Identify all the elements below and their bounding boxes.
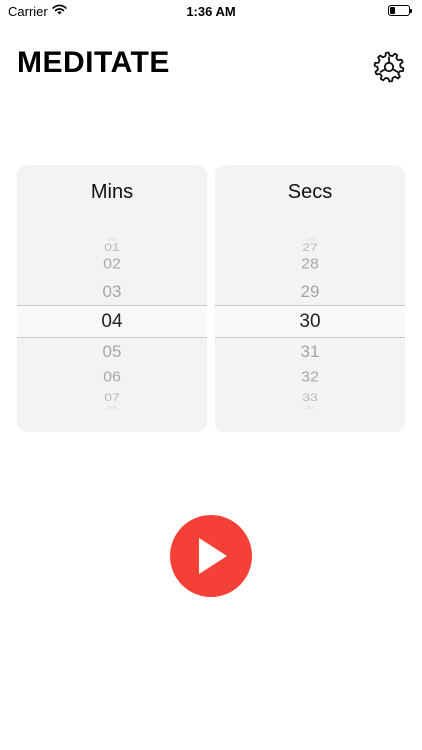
minutes-option[interactable]: 08 (17, 405, 207, 410)
play-icon (199, 538, 227, 574)
battery-icon (388, 5, 412, 16)
seconds-option[interactable]: 27 (215, 241, 405, 252)
page-title: MEDITATE (17, 46, 170, 79)
minutes-selected-value[interactable]: 04 (17, 312, 207, 331)
seconds-selected-value[interactable]: 30 (215, 312, 405, 331)
seconds-option[interactable]: 33 (215, 391, 405, 402)
seconds-option[interactable]: 29 (215, 283, 405, 300)
status-bar: Carrier 1:36 AM (0, 0, 422, 24)
minutes-option[interactable]: 02 (17, 257, 207, 273)
minutes-picker[interactable]: Mins 00 01 02 03 04 05 06 07 08 (17, 165, 207, 432)
play-button[interactable] (170, 515, 252, 597)
seconds-picker[interactable]: Secs 26 27 28 29 30 31 32 33 34 (215, 165, 405, 432)
seconds-option[interactable]: 34 (215, 405, 405, 410)
minutes-option[interactable]: 07 (17, 391, 207, 402)
seconds-option[interactable]: 32 (215, 370, 405, 386)
minutes-option[interactable]: 05 (17, 343, 207, 360)
seconds-option[interactable]: 28 (215, 257, 405, 273)
status-time: 1:36 AM (186, 4, 236, 19)
minutes-option[interactable]: 01 (17, 241, 207, 252)
seconds-option[interactable]: 31 (215, 343, 405, 360)
seconds-picker-label: Secs (287, 181, 333, 203)
minutes-option[interactable]: 06 (17, 370, 207, 386)
minutes-picker-label: Mins (90, 181, 134, 203)
gear-icon[interactable] (372, 50, 406, 84)
minutes-option[interactable]: 03 (17, 283, 207, 300)
